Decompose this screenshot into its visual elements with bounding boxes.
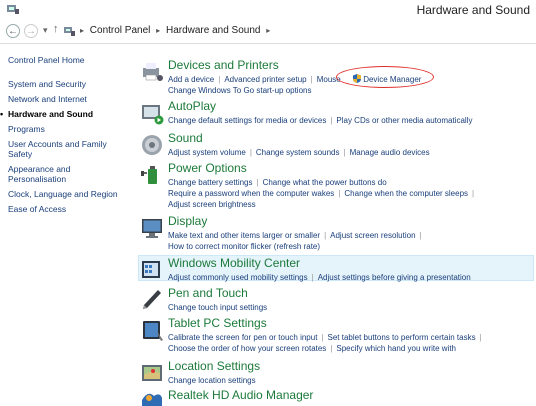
divider: |: [338, 189, 341, 198]
printer-icon: [143, 63, 163, 81]
category-heading[interactable]: Realtek HD Audio Manager: [168, 388, 313, 402]
chevron-right-icon: ▸: [156, 26, 161, 35]
link-require-password-wake[interactable]: Require a password when the computer wak…: [168, 189, 334, 198]
divider: |: [218, 75, 221, 84]
divider: |: [330, 116, 333, 125]
active-bullet-icon: •: [0, 109, 4, 119]
link-calibrate-screen[interactable]: Calibrate the screen for pen or touch in…: [168, 333, 317, 342]
link-change-system-sounds[interactable]: Change system sounds: [256, 148, 340, 157]
location-icon: [142, 365, 162, 381]
sidebar-item-ease-of-access[interactable]: Ease of Access: [8, 204, 123, 214]
link-advanced-printer-setup[interactable]: Advanced printer setup: [224, 75, 306, 84]
sidebar-item-programs[interactable]: Programs: [8, 124, 123, 134]
back-button[interactable]: ←: [6, 24, 20, 38]
link-screen-resolution[interactable]: Adjust screen resolution: [330, 231, 415, 240]
divider: |: [321, 333, 324, 342]
link-adjust-volume[interactable]: Adjust system volume: [168, 148, 246, 157]
annotation-circle: [336, 66, 434, 88]
tablet-icon: [143, 321, 163, 341]
monitor-icon: [142, 219, 162, 238]
link-windows-to-go[interactable]: Change Windows To Go start-up options: [168, 86, 311, 95]
battery-plug-icon: [141, 166, 157, 184]
link-adjust-brightness[interactable]: Adjust screen brightness: [168, 200, 256, 209]
realtek-audio-icon: [142, 393, 162, 406]
control-panel-icon: [7, 5, 19, 14]
up-button[interactable]: ↑: [53, 23, 59, 35]
sidebar-item-appearance[interactable]: Appearance and Personalisation: [8, 164, 123, 184]
category-heading[interactable]: Tablet PC Settings: [168, 316, 267, 330]
divider: [0, 43, 536, 44]
autoplay-icon: [142, 105, 164, 125]
link-change-default-media[interactable]: Change default settings for media or dev…: [168, 116, 326, 125]
link-presentation-settings[interactable]: Adjust settings before giving a presenta…: [318, 273, 471, 282]
sidebar-item-label: Hardware and Sound: [8, 109, 94, 119]
divider: |: [249, 148, 252, 157]
link-mobility-settings[interactable]: Adjust commonly used mobility settings: [168, 273, 308, 282]
category-heading[interactable]: Sound: [168, 131, 203, 145]
divider: |: [479, 333, 482, 342]
sidebar-home-link[interactable]: Control Panel Home: [8, 55, 123, 65]
category-heading[interactable]: AutoPlay: [168, 99, 216, 113]
divider: |: [324, 231, 327, 240]
divider: |: [330, 344, 333, 353]
link-monitor-flicker[interactable]: How to correct monitor flicker (refresh …: [168, 242, 320, 251]
category-heading[interactable]: Devices and Printers: [168, 58, 279, 72]
divider: |: [310, 75, 313, 84]
category-heading[interactable]: Power Options: [168, 161, 247, 175]
link-play-cds[interactable]: Play CDs or other media automatically: [336, 116, 472, 125]
link-screen-rotation[interactable]: Choose the order of how your screen rota…: [168, 344, 326, 353]
link-touch-input-settings[interactable]: Change touch input settings: [168, 303, 267, 312]
divider: |: [419, 231, 422, 240]
address-bar: ← → ▾ ↑ ▸ Control Panel ▸ Hardware and S…: [0, 22, 536, 42]
category-heading[interactable]: Pen and Touch: [168, 286, 248, 300]
sidebar-item-system-security[interactable]: System and Security: [8, 79, 123, 89]
link-text-larger[interactable]: Make text and other items larger or smal…: [168, 231, 320, 240]
sidebar-item-clock-language[interactable]: Clock, Language and Region: [8, 189, 123, 199]
sidebar: Control Panel Home System and Security N…: [0, 55, 123, 219]
chevron-right-icon: ▸: [80, 26, 85, 35]
sidebar-item-hardware-sound: • Hardware and Sound: [0, 109, 123, 119]
link-change-sleep[interactable]: Change when the computer sleeps: [344, 189, 468, 198]
sidebar-item-user-accounts[interactable]: User Accounts and Family Safety: [8, 139, 123, 159]
window-title: Hardware and Sound: [416, 3, 530, 17]
link-change-location-settings[interactable]: Change location settings: [168, 376, 256, 385]
category-heading[interactable]: Windows Mobility Center: [168, 256, 300, 270]
breadcrumb: ▸ Control Panel ▸ Hardware and Sound ▸: [80, 25, 273, 36]
recent-pages-button[interactable]: ▾: [43, 25, 48, 36]
link-manage-audio-devices[interactable]: Manage audio devices: [350, 148, 430, 157]
sidebar-item-network[interactable]: Network and Internet: [8, 94, 123, 104]
divider: |: [343, 148, 346, 157]
forward-button[interactable]: →: [24, 24, 38, 38]
link-add-device[interactable]: Add a device: [168, 75, 214, 84]
divider: |: [472, 189, 475, 198]
title-bar: Hardware and Sound: [0, 0, 536, 20]
link-change-battery-settings[interactable]: Change battery settings: [168, 178, 253, 187]
speaker-icon: [142, 135, 162, 155]
category-heading[interactable]: Location Settings: [168, 359, 260, 373]
link-power-buttons[interactable]: Change what the power buttons do: [263, 178, 387, 187]
link-tablet-buttons[interactable]: Set tablet buttons to perform certain ta…: [328, 333, 476, 342]
chevron-right-icon: ▸: [266, 26, 271, 35]
breadcrumb-hardware-and-sound[interactable]: Hardware and Sound: [166, 25, 261, 36]
breadcrumb-control-panel[interactable]: Control Panel: [90, 25, 151, 36]
pen-icon: [143, 290, 161, 309]
divider: |: [256, 178, 259, 187]
control-panel-icon: [64, 27, 75, 36]
divider: |: [311, 273, 314, 282]
mobility-center-icon: [142, 261, 160, 278]
link-handedness[interactable]: Specify which hand you write with: [336, 344, 456, 353]
category-heading[interactable]: Display: [168, 214, 207, 228]
